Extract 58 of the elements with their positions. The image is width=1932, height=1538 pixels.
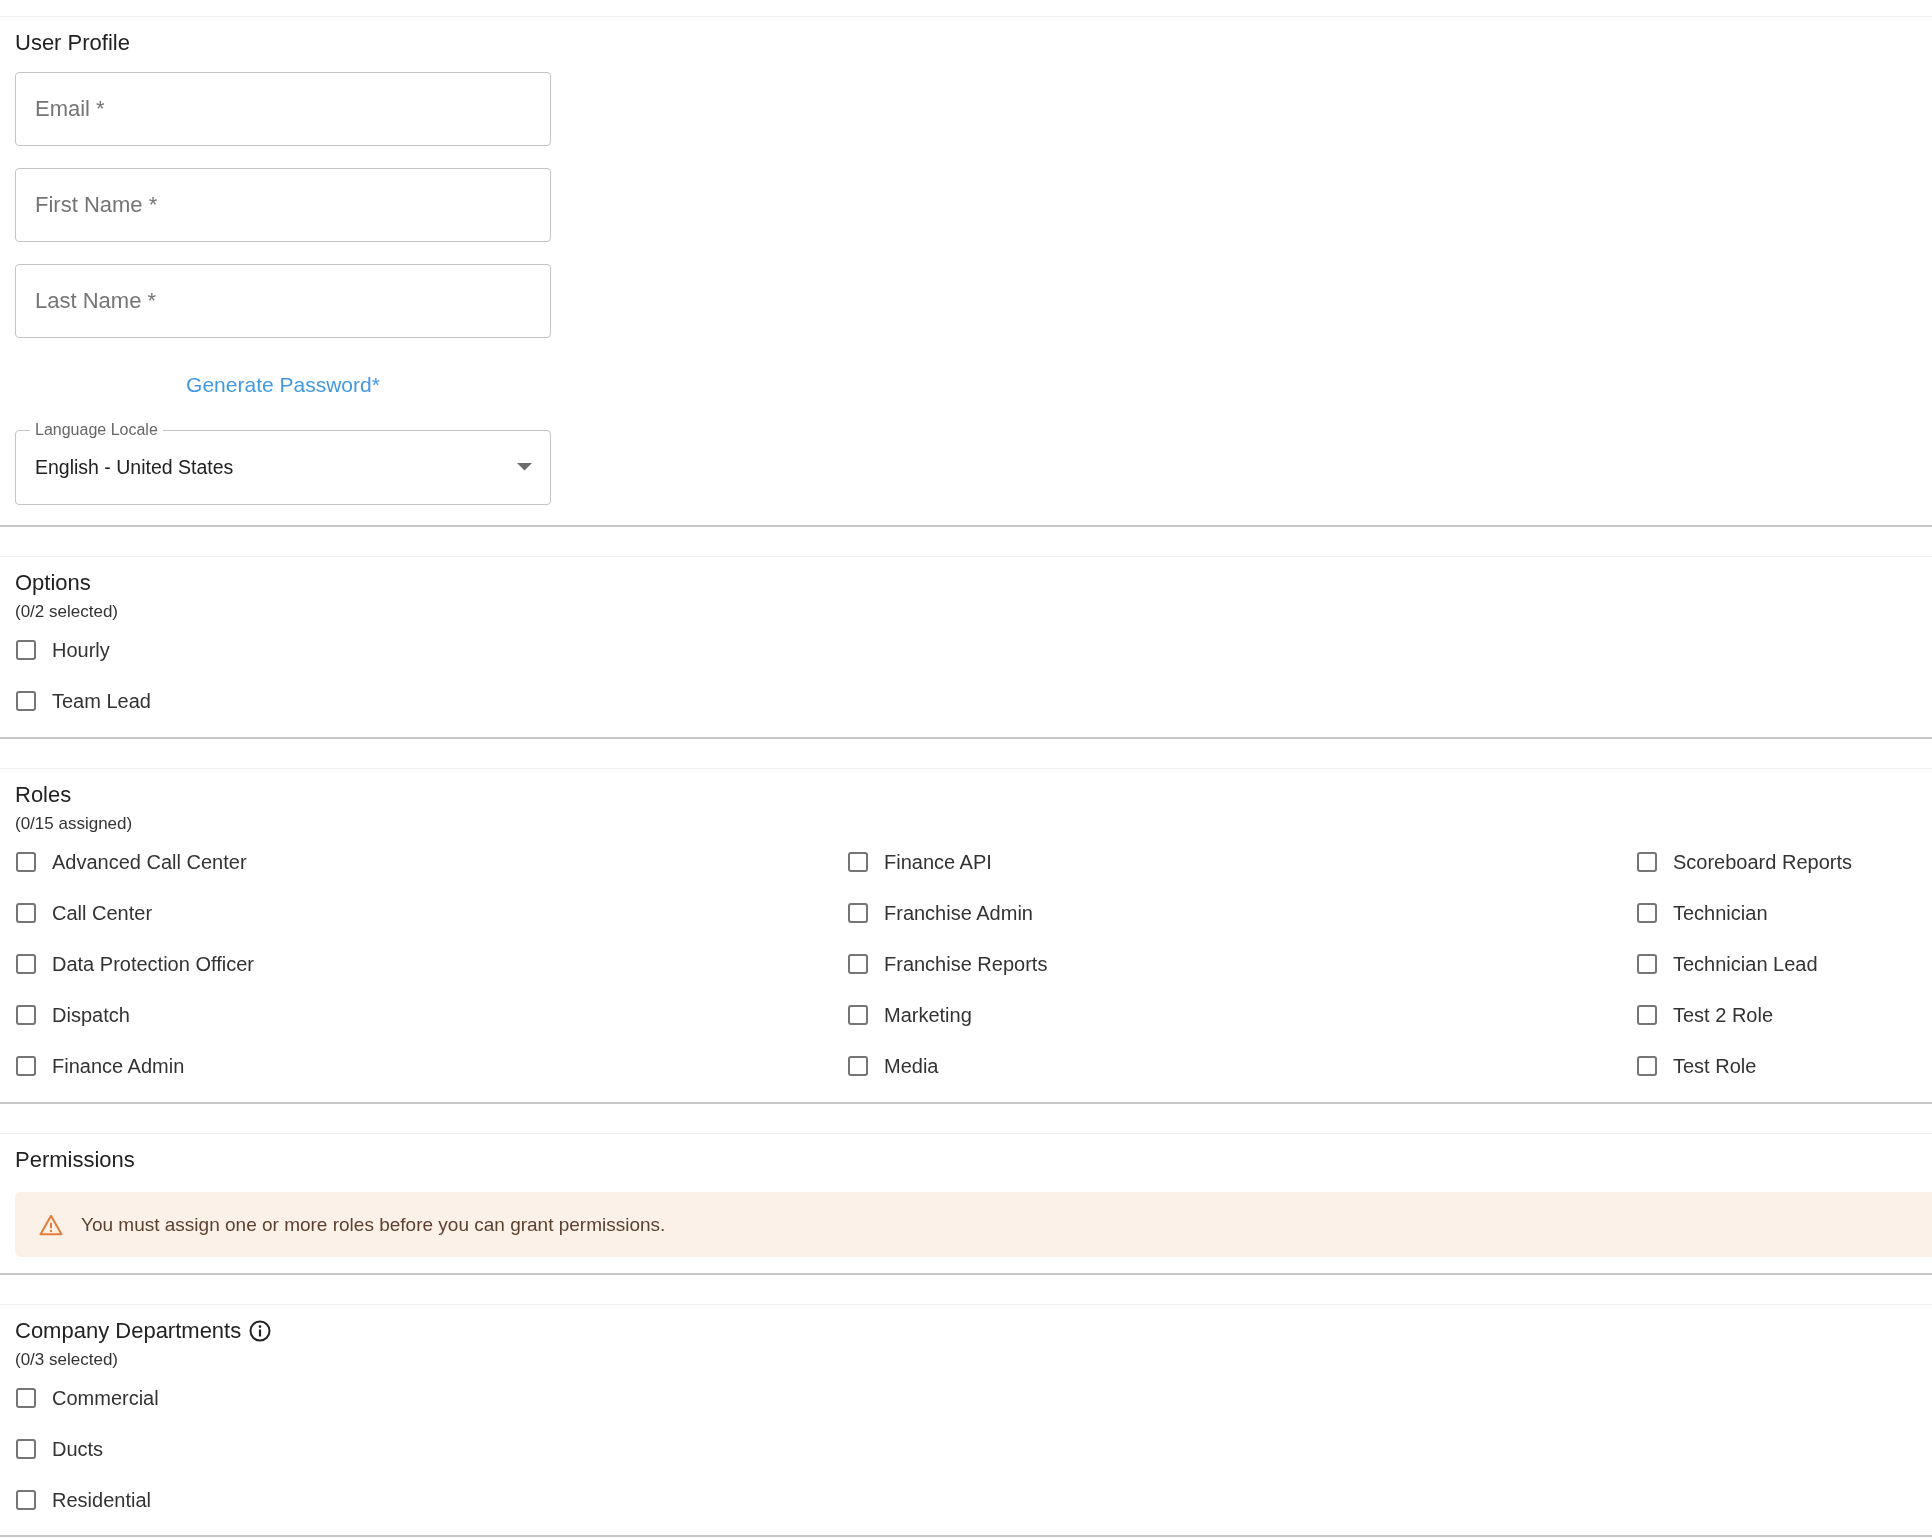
checkbox-label: Franchise Reports xyxy=(884,952,1048,977)
checkbox-label: Team Lead xyxy=(52,689,151,714)
checkbox-label: Marketing xyxy=(884,1003,972,1028)
checkbox[interactable] xyxy=(16,1005,36,1025)
checkbox-label: Franchise Admin xyxy=(884,901,1033,926)
section-title: Permissions xyxy=(15,1146,136,1174)
checkbox[interactable] xyxy=(16,1056,36,1076)
checkbox[interactable] xyxy=(848,903,868,923)
checkbox-label: Ducts xyxy=(52,1437,104,1462)
checkbox-label: Advanced Call Center xyxy=(52,850,247,875)
checkbox[interactable] xyxy=(16,903,36,923)
checkbox-label: Data Protection Officer xyxy=(52,952,254,977)
checkbox-label: Commercial xyxy=(52,1386,159,1411)
checkbox[interactable] xyxy=(16,691,36,711)
info-icon[interactable] xyxy=(249,1320,272,1342)
checkbox[interactable] xyxy=(16,852,36,872)
section-title: Company Departments xyxy=(15,1317,242,1345)
field-label: Language Locale xyxy=(34,420,159,440)
checkbox-label: Residential xyxy=(52,1488,151,1513)
text-field[interactable]: First Name * xyxy=(15,168,551,242)
checkbox[interactable] xyxy=(1637,1005,1657,1025)
checkbox-label: Dispatch xyxy=(52,1003,130,1028)
checkbox[interactable] xyxy=(848,852,868,872)
checkbox-label: Finance API xyxy=(884,850,992,875)
selected-value: English - United States xyxy=(35,455,234,480)
checkbox[interactable] xyxy=(16,1490,36,1510)
checkbox-label: Test Role xyxy=(1673,1054,1757,1079)
checkbox-label: Media xyxy=(884,1054,939,1079)
checkbox[interactable] xyxy=(16,1439,36,1459)
section-title: Options xyxy=(15,569,92,597)
checkbox[interactable] xyxy=(16,954,36,974)
checkbox-label: Technician Lead xyxy=(1673,952,1818,977)
selection-count: (0/2 selected) xyxy=(15,601,119,623)
caret-icon xyxy=(517,463,532,471)
checkbox[interactable] xyxy=(1637,852,1657,872)
alert-text: You must assign one or more roles before you can grant permissions. xyxy=(81,1212,666,1237)
checkbox-label: Test 2 Role xyxy=(1673,1003,1774,1028)
section-title: User Profile xyxy=(15,29,131,57)
checkbox-label: Technician xyxy=(1673,901,1768,926)
section-title: Roles xyxy=(15,781,73,809)
checkbox[interactable] xyxy=(848,954,868,974)
checkbox-label: Hourly xyxy=(52,638,110,663)
selection-count: (0/3 selected) xyxy=(15,1349,119,1371)
checkbox[interactable] xyxy=(848,1005,868,1025)
checkbox-label: Call Center xyxy=(52,901,153,926)
locale-dropdown[interactable]: Language Locale English - United States xyxy=(15,420,551,505)
checkbox[interactable] xyxy=(848,1056,868,1076)
text-field[interactable]: Last Name * xyxy=(15,264,551,338)
checkbox[interactable] xyxy=(1637,954,1657,974)
checkbox-label: Finance Admin xyxy=(52,1054,185,1079)
checkbox-label: Scoreboard Reports xyxy=(1673,850,1852,875)
checkbox[interactable] xyxy=(1637,903,1657,923)
selection-count: (0/15 assigned) xyxy=(15,813,134,835)
warning-icon xyxy=(39,1212,63,1237)
checkbox[interactable] xyxy=(16,640,36,660)
text-field[interactable]: Email * xyxy=(15,72,551,146)
checkbox[interactable] xyxy=(1637,1056,1657,1076)
checkbox[interactable] xyxy=(16,1388,36,1408)
